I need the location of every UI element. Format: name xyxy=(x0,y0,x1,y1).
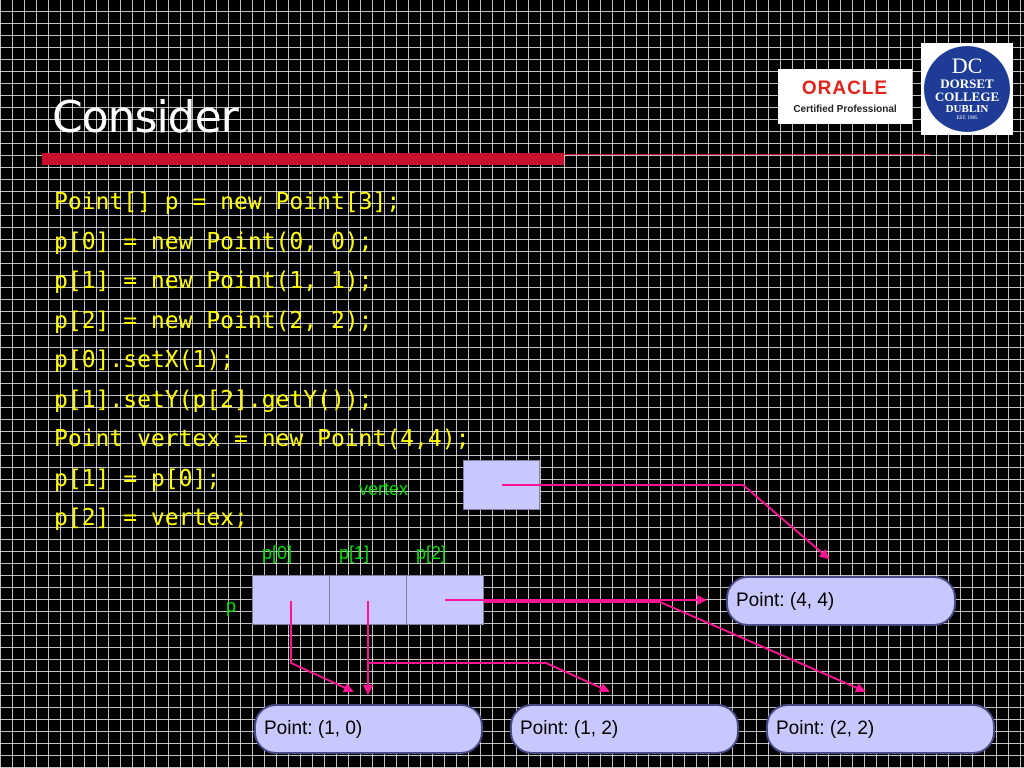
slide-title: Consider xyxy=(52,92,239,143)
array-cell-1 xyxy=(329,575,407,625)
point-object-vertex: Point: (4, 4) xyxy=(726,576,956,626)
dorset-line2: COLLEGE xyxy=(934,89,1000,104)
arrow-vertex-to-point xyxy=(502,484,830,560)
index-label-p0: p[0] xyxy=(262,543,293,563)
code-line: p[1] = new Point(1, 1); xyxy=(54,268,373,294)
dorset-seal: DC DORSET COLLEGE DUBLIN EST. 1985 xyxy=(924,46,1010,132)
vertex-reference-box xyxy=(463,460,540,510)
point-object-c: Point: (2, 2) xyxy=(766,704,995,754)
array-cell-2 xyxy=(406,575,484,625)
array-cell-0 xyxy=(252,575,330,625)
dorset-line3: DUBLIN xyxy=(945,103,989,115)
code-line: Point vertex = new Point(4,4); xyxy=(54,426,470,452)
index-label-p1: p[1] xyxy=(339,543,370,563)
index-label-p2: p[2] xyxy=(416,543,447,563)
oracle-brand-text: ORACLE xyxy=(801,78,889,99)
code-line: p[2] = vertex; xyxy=(54,505,248,531)
point-object-a: Point: (1, 0) xyxy=(254,704,483,754)
code-line: Point[] p = new Point[3]; xyxy=(54,189,401,215)
title-underline xyxy=(42,153,564,165)
title-underline-thin xyxy=(564,154,930,155)
dorset-mark-icon: DC xyxy=(951,53,983,78)
vertex-label: vertex xyxy=(359,479,409,499)
code-line: p[1].setY(p[2].getY()); xyxy=(54,386,373,413)
code-line: p[0] = new Point(0, 0); xyxy=(54,228,373,255)
oracle-subtitle-text: Certified Professional xyxy=(793,104,897,115)
dorset-college-logo: DC DORSET COLLEGE DUBLIN EST. 1985 xyxy=(921,43,1013,135)
arrow-old-p1-to-point-b xyxy=(368,662,610,693)
oracle-certified-logo: ORACLE Certified Professional xyxy=(778,69,912,124)
code-line: p[0].setX(1); xyxy=(54,347,235,373)
array-label: p xyxy=(226,596,237,616)
code-line: p[2] = new Point(2, 2); xyxy=(54,307,373,334)
dorset-line4: EST. 1985 xyxy=(956,116,978,121)
point-object-b: Point: (1, 2) xyxy=(510,704,739,754)
